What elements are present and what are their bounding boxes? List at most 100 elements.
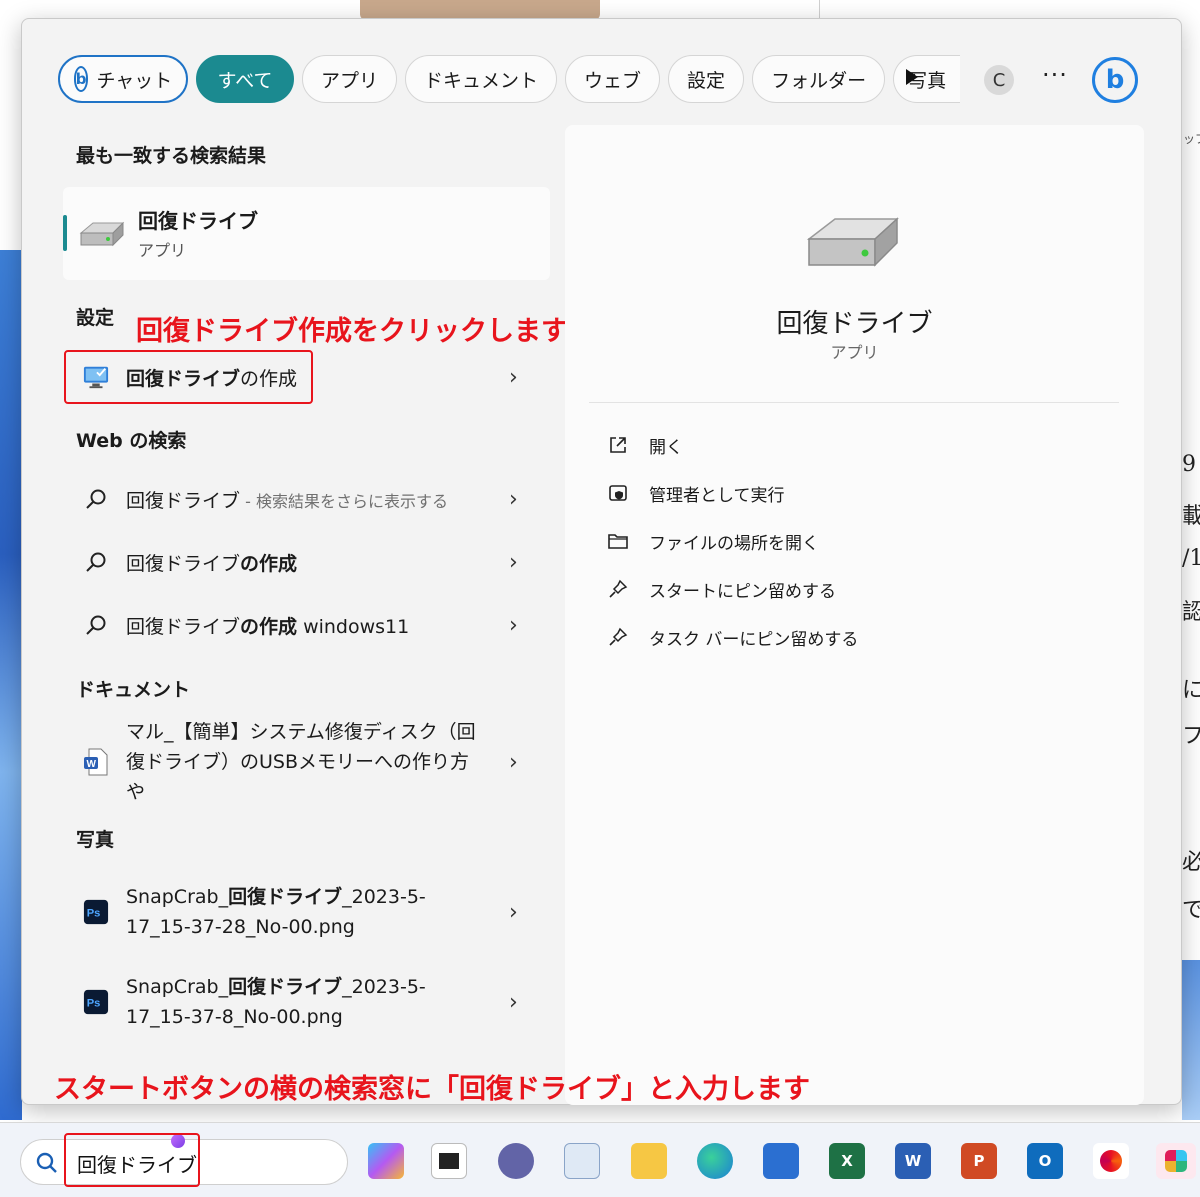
pin-to-start-label: スタートにピン留めする (649, 581, 836, 602)
teams-icon[interactable] (498, 1143, 534, 1179)
open-action-label: 開く (649, 437, 683, 458)
word-document-icon: W (83, 748, 109, 776)
best-match-title: 回復ドライブ (138, 209, 258, 233)
tab-all[interactable]: すべて (196, 55, 294, 103)
web-result-bold: の作成 (240, 552, 298, 575)
background-text: 9 (1182, 452, 1196, 477)
slack-icon[interactable] (1156, 1143, 1196, 1179)
documents-heading: ドキュメント (76, 679, 191, 701)
svg-text:Ps: Ps (87, 908, 101, 920)
powerpoint-icon[interactable]: P (961, 1143, 997, 1179)
chat-label: チャット (96, 69, 173, 92)
search-icon (83, 486, 109, 512)
run-as-admin-label: 管理者として実行 (649, 485, 785, 506)
tab-folders[interactable]: フォルダー (752, 55, 886, 103)
background-tab (360, 0, 600, 20)
photo-bold: 回復ドライブ (228, 976, 343, 998)
web-result-text: 回復ドライブ (126, 615, 241, 638)
chevron-right-icon: › (509, 989, 518, 1015)
search-icon (36, 1152, 57, 1173)
web-result-item[interactable]: 回復ドライブの作成 windows11 › (63, 597, 550, 653)
web-result-text: 回復ドライブ (126, 489, 241, 512)
outlook-icon[interactable]: O (1027, 1143, 1063, 1179)
pin-to-taskbar-action[interactable]: タスク バーにピン留めする (607, 619, 858, 655)
open-file-location-label: ファイルの場所を開く (649, 533, 819, 554)
filter-bar: b チャット すべて アプリ ドキュメント ウェブ 設定 フォルダー 写真 (58, 54, 961, 104)
pin-to-taskbar-label: タスク バーにピン留めする (649, 629, 859, 650)
web-result-text: 回復ドライブ (126, 552, 241, 575)
background-text: に (1182, 678, 1200, 703)
edge-icon[interactable] (697, 1143, 733, 1179)
annotation-highlight-box (64, 350, 313, 404)
avatar[interactable]: C (984, 65, 1014, 95)
background-text: ップ (1183, 132, 1200, 146)
tab-apps[interactable]: アプリ (302, 55, 398, 103)
best-match-result[interactable]: 回復ドライブ アプリ (63, 187, 550, 280)
photoshop-icon: Ps (83, 899, 109, 925)
tab-documents[interactable]: ドキュメント (405, 55, 558, 103)
web-result-item[interactable]: 回復ドライブの作成 › (63, 534, 550, 590)
document-result-text: マル_【簡単】システム修復ディスク（回復ドライブ）のUSBメモリーへの作り方や (126, 721, 476, 803)
photo-prefix: SnapCrab_ (126, 976, 229, 998)
photos-app-icon[interactable] (1093, 1143, 1129, 1179)
pin-icon (607, 626, 629, 648)
taskbar: 回復ドライブ X W P O (0, 1122, 1200, 1197)
open-external-icon (607, 434, 629, 456)
chevron-right-icon: › (509, 612, 518, 638)
open-file-location-action[interactable]: ファイルの場所を開く (607, 523, 819, 559)
svg-text:W: W (87, 759, 97, 770)
annotation-highlight-box (64, 1133, 200, 1187)
pin-icon (607, 578, 629, 600)
photoshop-icon: Ps (83, 989, 109, 1015)
background-text: フ (1182, 724, 1200, 749)
best-match-heading: 最も一致する検索結果 (76, 145, 267, 167)
file-explorer-icon[interactable] (631, 1143, 667, 1179)
tab-photos[interactable]: 写真 (893, 55, 961, 103)
run-as-admin-action[interactable]: 管理者として実行 (607, 475, 785, 511)
desktop-switcher-icon[interactable] (431, 1143, 467, 1179)
background-text: 必 (1182, 850, 1200, 875)
web-result-item[interactable]: 回復ドライブ - 検索結果をさらに表示する › (63, 471, 550, 527)
svg-text:Ps: Ps (87, 998, 101, 1010)
store-icon[interactable] (763, 1143, 799, 1179)
word-icon[interactable]: W (895, 1143, 931, 1179)
preview-subtitle: アプリ (830, 343, 879, 362)
performance-monitor-icon[interactable] (564, 1143, 600, 1179)
folder-icon (607, 530, 629, 552)
desktop-wallpaper-left (0, 250, 22, 1120)
photo-result-item[interactable]: Ps SnapCrab_回復ドライブ_2023-5-17_15-37-8_No-… (63, 967, 550, 1037)
excel-icon[interactable]: X (829, 1143, 865, 1179)
search-panel: b チャット すべて アプリ ドキュメント ウェブ 設定 フォルダー 写真 C … (21, 18, 1182, 1105)
chat-button[interactable]: b チャット (58, 55, 188, 103)
web-result-hint: - 検索結果をさらに表示する (240, 491, 448, 511)
play-arrow-icon[interactable] (906, 69, 918, 85)
more-options-icon[interactable]: ··· (1042, 61, 1068, 89)
pin-to-start-action[interactable]: スタートにピン留めする (607, 571, 836, 607)
chevron-right-icon: › (509, 486, 518, 512)
chevron-right-icon: › (509, 749, 518, 775)
tab-web[interactable]: ウェブ (565, 55, 661, 103)
web-result-tail: windows11 (297, 615, 410, 638)
copilot-pre-icon[interactable] (368, 1143, 404, 1179)
search-icon (83, 612, 109, 638)
divider (589, 402, 1119, 403)
bing-icon: b (73, 66, 89, 92)
background-text: で (1182, 898, 1200, 923)
chevron-right-icon: › (509, 899, 518, 925)
photo-prefix: SnapCrab_ (126, 886, 229, 908)
bing-chat-icon[interactable]: b (1092, 57, 1138, 103)
best-match-subtitle: アプリ (138, 241, 187, 260)
shield-window-icon (607, 482, 629, 504)
annotation-type-instruction: スタートボタンの横の検索窓に「回復ドライブ」と入力します (54, 1074, 810, 1105)
background-text: 載 (1182, 504, 1200, 529)
hard-drive-icon (806, 217, 899, 267)
document-result-item[interactable]: W マル_【簡単】システム修復ディスク（回復ドライブ）のUSBメモリーへの作り方… (63, 721, 550, 803)
preview-title: 回復ドライブ (776, 309, 933, 339)
background-text: /1 (1182, 546, 1200, 571)
open-action[interactable]: 開く (607, 427, 683, 463)
settings-heading: 設定 (76, 307, 115, 329)
photo-result-item[interactable]: Ps SnapCrab_回復ドライブ_2023-5-17_15-37-28_No… (63, 877, 550, 947)
annotation-click-instruction: 回復ドライブ作成をクリックします (136, 316, 568, 347)
tab-settings[interactable]: 設定 (668, 55, 745, 103)
desktop-wallpaper-right (1182, 960, 1200, 1120)
